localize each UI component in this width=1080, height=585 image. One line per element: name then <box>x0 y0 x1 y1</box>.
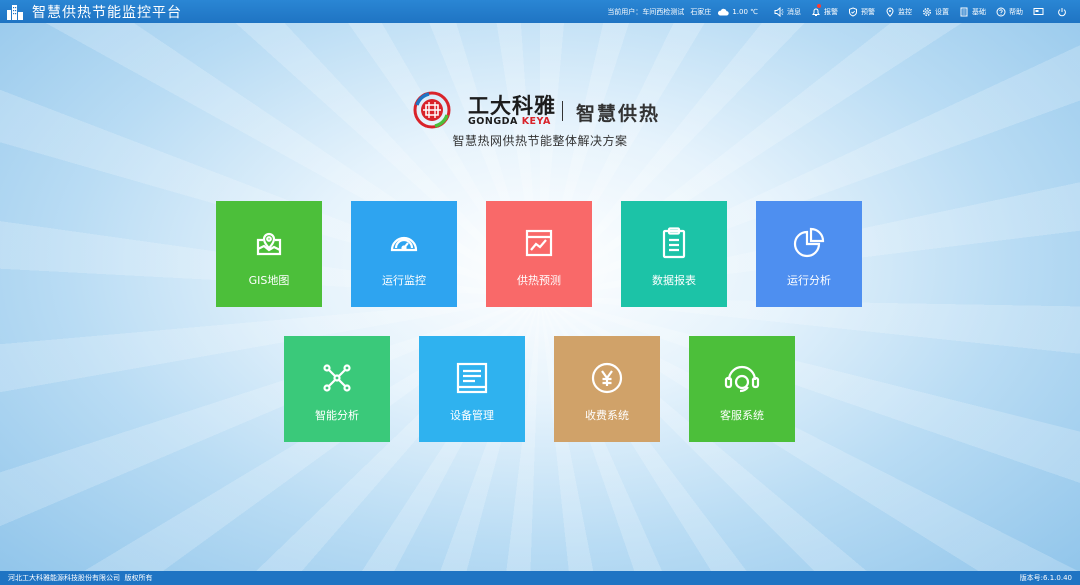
version-label: 版本号:6.1.0.40 <box>1019 574 1072 582</box>
yen-coin-icon <box>591 362 623 394</box>
tile-customer-service[interactable]: 客服系统 <box>689 336 795 442</box>
gear-icon <box>923 7 931 16</box>
app-title: 智慧供热节能监控平台 <box>32 4 182 21</box>
screen-button[interactable] <box>1033 7 1047 16</box>
logout-button[interactable] <box>1057 7 1070 17</box>
screen-icon <box>1033 8 1044 15</box>
trend-chart-icon <box>524 227 554 259</box>
current-user-label: 当前用户：车间西检测试 <box>607 7 685 16</box>
footer-bar: 河北工大科雅能源科技股份有限公司 版权所有 版本号:6.1.0.40 <box>0 571 1080 585</box>
warning-button[interactable]: 预警 <box>848 6 875 17</box>
brand-name-en: GONGDA KEYA <box>468 116 551 127</box>
headset-icon <box>724 362 760 394</box>
power-icon <box>1058 7 1066 16</box>
tile-device-management[interactable]: 设备管理 <box>419 336 525 442</box>
top-bar: 智慧供热节能监控平台 当前用户：车间西检测试 石家庄 1.00 ℃ 消息 报警 … <box>0 0 1080 23</box>
monitor-button[interactable]: 监控 <box>885 7 912 17</box>
tile-operation-analysis[interactable]: 运行分析 <box>756 201 862 307</box>
location-icon <box>886 7 894 17</box>
shield-icon <box>849 6 857 17</box>
tile-billing-system[interactable]: 收费系统 <box>554 336 660 442</box>
tile-label: 供热预测 <box>517 274 561 287</box>
tile-gis-map[interactable]: GIS地图 <box>216 201 322 307</box>
bell-icon <box>812 8 820 16</box>
copyright: 河北工大科雅能源科技股份有限公司 版权所有 <box>8 574 153 582</box>
tile-heating-forecast[interactable]: 供热预测 <box>486 201 592 307</box>
tagline: 智慧热网供热节能整体解决方案 <box>452 134 628 148</box>
clipboard-icon <box>661 227 687 259</box>
tile-label: 客服系统 <box>720 409 764 422</box>
settings-button[interactable]: 设置 <box>922 7 949 17</box>
tile-label: 运行分析 <box>787 274 831 287</box>
tile-operation-monitor[interactable]: 运行监控 <box>351 201 457 307</box>
top-right-toolbar: 当前用户：车间西检测试 石家庄 1.00 ℃ 消息 报警 预警 监控 设置 基础… <box>607 0 1070 23</box>
help-icon <box>996 7 1006 16</box>
pie-chart-icon <box>793 227 825 259</box>
city-buildings-icon <box>6 2 26 22</box>
tile-label: 运行监控 <box>382 274 426 287</box>
map-pin-icon <box>254 227 284 259</box>
product-name: 智慧供热 <box>576 103 661 125</box>
document-icon <box>960 7 968 16</box>
tile-label: 智能分析 <box>315 409 359 422</box>
temperature: 1.00 ℃ <box>732 7 758 16</box>
cloud-icon <box>718 8 730 15</box>
weather: 1.00 ℃ <box>717 8 758 16</box>
tile-smart-analysis[interactable]: 智能分析 <box>284 336 390 442</box>
messages-button[interactable]: 消息 <box>774 6 801 17</box>
city-label: 石家庄 <box>690 7 712 16</box>
tile-label: 数据报表 <box>652 274 696 287</box>
alarm-button[interactable]: 报警 <box>811 3 838 17</box>
list-panel-icon <box>456 362 488 394</box>
brand-divider <box>562 101 563 121</box>
tile-data-report[interactable]: 数据报表 <box>621 201 727 307</box>
gauge-icon <box>388 227 420 259</box>
network-icon <box>322 362 352 394</box>
company-emblem-icon <box>413 91 451 129</box>
alarm-badge-dot <box>817 3 821 8</box>
help-button[interactable]: 帮助 <box>996 7 1023 17</box>
tile-label: 收费系统 <box>585 409 629 422</box>
tile-label: GIS地图 <box>248 274 290 287</box>
speaker-icon <box>774 6 784 17</box>
tile-label: 设备管理 <box>450 409 494 422</box>
brand-logo: 工大科雅 GONGDA KEYA 智慧供热 <box>413 90 673 130</box>
basic-button[interactable]: 基础 <box>959 7 986 17</box>
